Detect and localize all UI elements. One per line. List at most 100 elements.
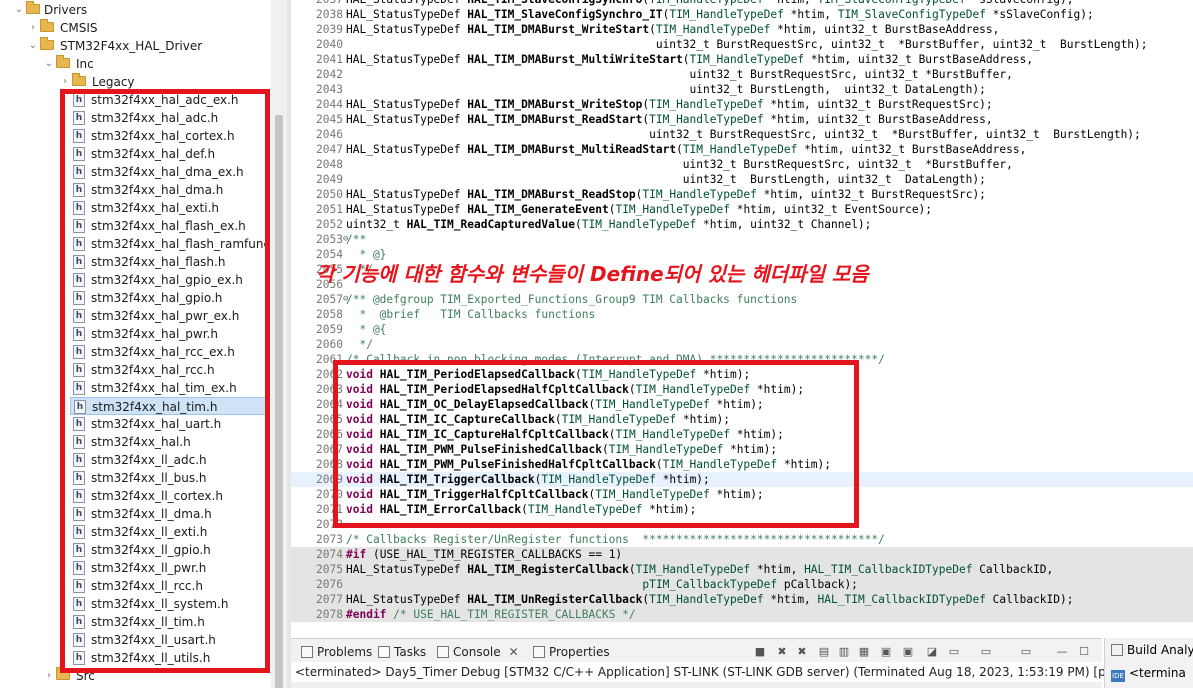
tab-label: Build Analyz — [1127, 643, 1193, 657]
code-editor[interactable]: 2037HAL_StatusTypeDef HAL_TIM_SlaveConfi… — [291, 0, 1193, 632]
tab-problems[interactable]: Problems — [301, 643, 372, 661]
code-line[interactable]: 2044 HAL_StatusTypeDef HAL_TIM_DMABurst_W… — [291, 97, 1193, 112]
line-number: 2075 — [316, 563, 343, 576]
scroll-lock-icon[interactable]: ▥ — [837, 645, 851, 659]
code-line[interactable]: 2057 ⊖/** @defgroup TIM_Exported_Function… — [291, 292, 1193, 307]
properties-icon — [533, 646, 545, 658]
code-line[interactable]: 2075 HAL_StatusTypeDef HAL_TIM_RegisterCa… — [291, 562, 1193, 577]
code-line[interactable]: 2078 #endif /* USE_HAL_TIM_REGISTER_CALLB… — [291, 607, 1193, 622]
line-number: 2044 — [316, 98, 343, 111]
chevron-right-icon[interactable]: › — [44, 667, 54, 685]
display-console-icon[interactable]: ▭ — [979, 645, 993, 659]
tree-item-inc[interactable]: ⌄ Inc — [0, 55, 270, 73]
line-number: 2038 — [316, 8, 343, 21]
code-text: uint32_t BurstLength, uint32_t DataLengt… — [346, 83, 986, 96]
code-line[interactable]: 2048 uint32_t BurstRequestSrc, uint32_t … — [291, 157, 1193, 172]
code-line[interactable]: 2073/* Callbacks Register/UnRegister fun… — [291, 532, 1193, 547]
build-analyzer-item[interactable]: IDE <termina — [1111, 666, 1186, 682]
line-number: 2078 — [316, 608, 343, 621]
code-text: uint32_t HAL_TIM_ReadCapturedValue(TIM_H… — [346, 218, 872, 231]
code-line[interactable]: 2042 uint32_t BurstRequestSrc, uint32_t … — [291, 67, 1193, 82]
build-analyzer-icon — [1111, 644, 1123, 656]
code-text: uint32_t BurstRequestSrc, uint32_t *Burs… — [346, 38, 1148, 51]
line-number: 2058 — [316, 308, 343, 321]
code-line[interactable]: 2046 uint32_t BurstRequestSrc, uint32_t … — [291, 127, 1193, 142]
code-text: HAL_StatusTypeDef HAL_TIM_DMABurst_ReadS… — [346, 113, 993, 126]
word-wrap-icon[interactable]: ▦ — [857, 645, 871, 659]
line-number: 2048 — [316, 158, 343, 171]
line-number: 2046 — [316, 128, 343, 141]
remove-all-icon[interactable]: ✖ — [795, 645, 809, 659]
tab-properties[interactable]: Properties — [533, 643, 610, 661]
line-number: 2049 — [316, 173, 343, 186]
tab-label: Console — [453, 645, 501, 659]
code-line[interactable]: 2038 HAL_StatusTypeDef HAL_TIM_SlaveConfi… — [291, 7, 1193, 22]
code-line[interactable]: 2041 HAL_StatusTypeDef HAL_TIM_DMABurst_M… — [291, 52, 1193, 67]
code-text: /** — [346, 233, 367, 246]
line-number: 2041 — [316, 53, 343, 66]
code-text: HAL_StatusTypeDef HAL_TIM_DMABurst_Write… — [346, 98, 993, 111]
chevron-down-icon[interactable]: ⌄ — [28, 37, 38, 55]
line-number: 2074 — [316, 548, 343, 561]
tree-scrollbar[interactable] — [271, 0, 287, 688]
code-line[interactable]: 2053 ⊖/** — [291, 232, 1193, 247]
code-line[interactable]: 2039 HAL_StatusTypeDef HAL_TIM_DMABurst_W… — [291, 22, 1193, 37]
minimize-icon[interactable]: — — [1055, 645, 1069, 659]
tree-label: Drivers — [44, 3, 88, 17]
maximize-icon[interactable]: ☐ — [1077, 645, 1091, 659]
code-line[interactable]: 2052 uint32_t HAL_TIM_ReadCapturedValue(T… — [291, 217, 1193, 232]
line-number: 2042 — [316, 68, 343, 81]
tree-item-hal-driver[interactable]: ⌄ STM32F4xx_HAL_Driver — [0, 37, 270, 55]
code-line[interactable]: 2074 #if (USE_HAL_TIM_REGISTER_CALLBACKS … — [291, 547, 1193, 562]
line-number: 2060 — [316, 338, 343, 351]
remove-launch-icon[interactable]: ✖ — [775, 645, 789, 659]
build-analyzer-tab[interactable]: Build Analyz — [1111, 643, 1193, 657]
line-number: 2039 — [316, 23, 343, 36]
code-line[interactable]: 2060 */ — [291, 337, 1193, 352]
console-scrollbar[interactable] — [291, 682, 1102, 688]
line-number: 2043 — [316, 83, 343, 96]
code-text: uint32_t BurstRequestSrc, uint32_t *Burs… — [346, 68, 1013, 81]
close-icon[interactable]: ✕ — [509, 645, 519, 659]
tab-console[interactable]: Console ✕ — [437, 643, 519, 661]
code-line[interactable]: 2040 uint32_t BurstRequestSrc, uint32_t … — [291, 37, 1193, 52]
tasks-icon — [378, 646, 390, 658]
code-line[interactable]: 2047 HAL_StatusTypeDef HAL_TIM_DMABurst_M… — [291, 142, 1193, 157]
clear-console-icon[interactable]: ▤ — [817, 645, 831, 659]
code-line[interactable]: 2050 HAL_StatusTypeDef HAL_TIM_DMABurst_R… — [291, 187, 1193, 202]
open-console-icon[interactable]: ▭ — [947, 645, 961, 659]
code-line[interactable]: 2045 HAL_StatusTypeDef HAL_TIM_DMABurst_R… — [291, 112, 1193, 127]
show-console-stderr-icon[interactable]: ▣ — [901, 645, 915, 659]
tab-tasks[interactable]: Tasks — [378, 643, 426, 661]
code-line[interactable]: 2043 uint32_t BurstLength, uint32_t Data… — [291, 82, 1193, 97]
stop-icon[interactable]: ■ — [753, 645, 767, 659]
code-line[interactable]: 2059 * @{ — [291, 322, 1193, 337]
line-number: 2076 — [316, 578, 343, 591]
chevron-right-icon[interactable]: › — [28, 19, 38, 37]
code-text: HAL_StatusTypeDef HAL_TIM_DMABurst_Write… — [346, 23, 1000, 36]
code-text: * @{ — [346, 323, 387, 336]
show-console-stdout-icon[interactable]: ▣ — [879, 645, 893, 659]
code-line[interactable]: 2037HAL_StatusTypeDef HAL_TIM_SlaveConfi… — [291, 0, 1193, 7]
code-text: uint32_t BurstLength, uint32_t DataLengt… — [346, 173, 986, 186]
console-status: <terminated> Day5_Timer Debug [STM32 C/C… — [291, 662, 1152, 682]
new-console-icon[interactable]: ▭ — [1019, 645, 1033, 659]
code-line[interactable]: 2077 HAL_StatusTypeDef HAL_TIM_UnRegister… — [291, 592, 1193, 607]
item-label: <termina — [1129, 666, 1186, 680]
callback-highlight-box — [333, 360, 859, 528]
code-line[interactable]: 2076 pTIM_CallbackTypeDef pCallback); — [291, 577, 1193, 592]
pin-console-icon[interactable]: ◪ — [925, 645, 939, 659]
code-text: HAL_StatusTypeDef HAL_TIM_SlaveConfigSyn… — [346, 8, 1094, 21]
chevron-down-icon[interactable]: ⌄ — [44, 55, 54, 73]
code-line[interactable]: 2051 HAL_StatusTypeDef HAL_TIM_GenerateEv… — [291, 202, 1193, 217]
code-text: HAL_StatusTypeDef HAL_TIM_SlaveConfigSyn… — [346, 0, 1074, 7]
tree-item-drivers[interactable]: ⌄ Drivers — [0, 1, 270, 19]
tree-item-cmsis[interactable]: › CMSIS — [0, 19, 270, 37]
code-line[interactable]: 2049 uint32_t BurstLength, uint32_t Data… — [291, 172, 1193, 187]
line-number: 2047 — [316, 143, 343, 156]
code-text: HAL_StatusTypeDef HAL_TIM_DMABurst_ReadS… — [346, 188, 986, 201]
chevron-down-icon[interactable]: ⌄ — [14, 1, 24, 19]
code-line[interactable]: 2058 * @brief TIM Callbacks functions — [291, 307, 1193, 322]
scrollbar-thumb[interactable] — [275, 115, 283, 688]
folder-icon — [40, 19, 54, 32]
